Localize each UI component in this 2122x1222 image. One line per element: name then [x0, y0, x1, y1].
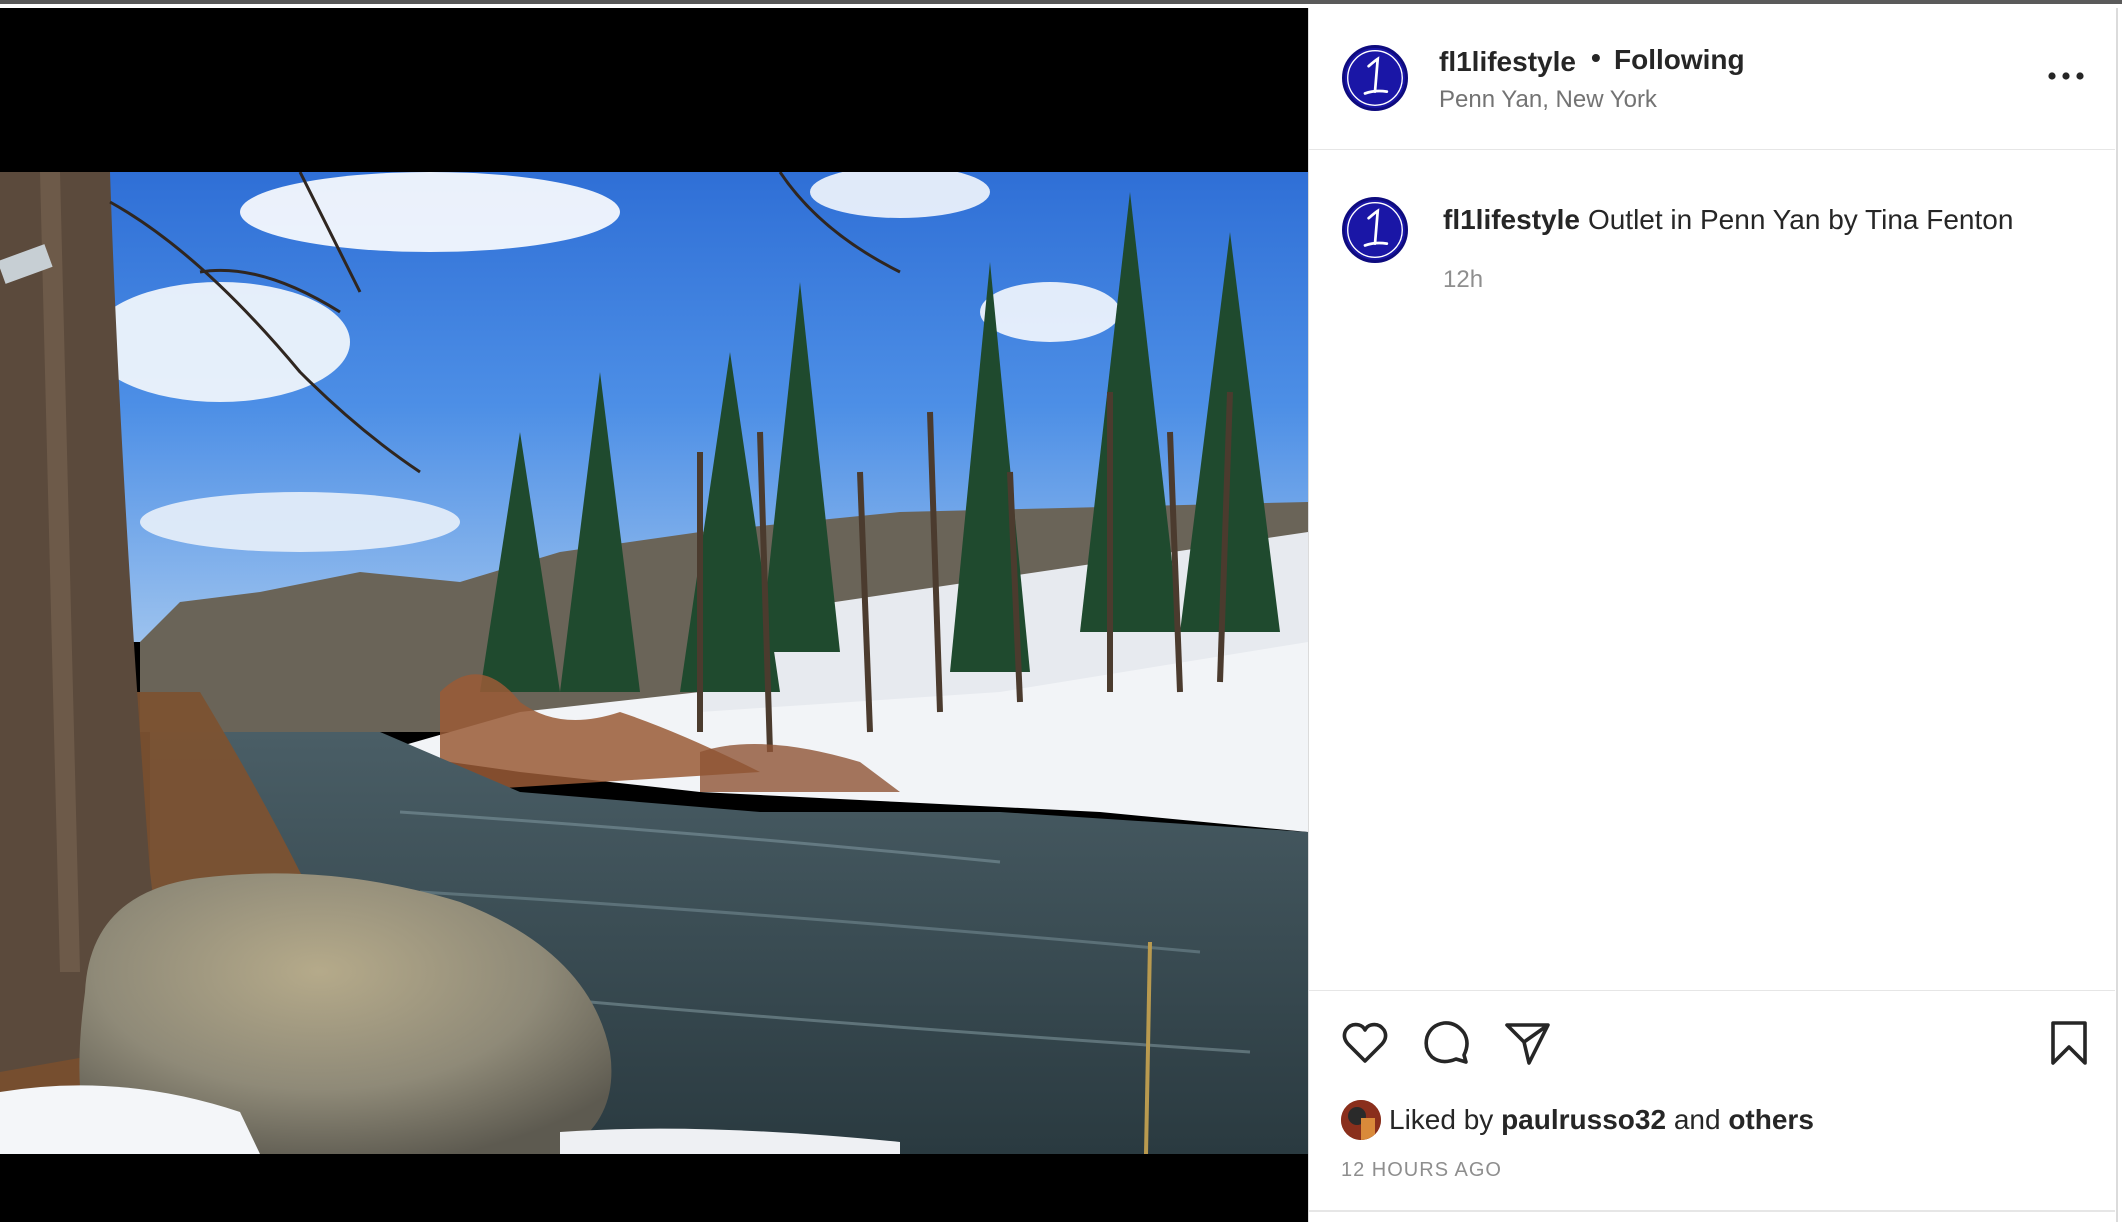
liker-avatar[interactable]: [1341, 1100, 1381, 1140]
avatar[interactable]: [1342, 45, 1408, 111]
caption: fl1lifestyle Outlet in Penn Yan by Tina F…: [1443, 202, 2083, 237]
bookmark-icon: [2051, 1021, 2087, 1065]
caption-body: Outlet in Penn Yan by Tina Fenton: [1587, 204, 2014, 235]
post-side-panel: fl1lifestyle • Following Penn Yan, New Y…: [1308, 8, 2118, 1222]
post-modal: fl1lifestyle • Following Penn Yan, New Y…: [0, 0, 2122, 1222]
header-username[interactable]: fl1lifestyle: [1439, 46, 1576, 78]
ellipsis-icon: [2048, 72, 2084, 80]
more-options-button[interactable]: [2041, 56, 2091, 96]
save-button[interactable]: [2043, 1017, 2095, 1069]
heart-icon: [1342, 1022, 1388, 1063]
following-button[interactable]: Following: [1614, 44, 1745, 76]
separator-dot: •: [1591, 42, 1601, 73]
likes-prefix: Liked by: [1389, 1104, 1494, 1135]
fl1-logo-icon: [1347, 50, 1403, 106]
fl1-logo-icon: [1347, 202, 1403, 258]
comment-button[interactable]: [1420, 1017, 1472, 1069]
post-timestamp[interactable]: 12 HOURS AGO: [1341, 1159, 1502, 1182]
paper-plane-icon: [1505, 1023, 1550, 1065]
profile-photo-icon: [1341, 1100, 1381, 1140]
location-link[interactable]: Penn Yan, New York: [1439, 86, 1657, 114]
likes-summary: Liked by paulrusso32 and others: [1341, 1099, 1814, 1141]
caption-avatar[interactable]: [1342, 197, 1408, 263]
caption-username[interactable]: fl1lifestyle: [1443, 204, 1580, 235]
like-button[interactable]: [1339, 1017, 1391, 1069]
comment-bubble-icon: [1424, 1021, 1469, 1064]
likes-others-link[interactable]: others: [1728, 1104, 1814, 1136]
post-photo[interactable]: [0, 172, 1308, 1154]
media-pane: [0, 8, 1308, 1222]
share-button[interactable]: [1501, 1017, 1553, 1069]
divider: [1309, 1210, 2115, 1212]
post-header: fl1lifestyle • Following Penn Yan, New Y…: [1309, 8, 2115, 150]
liker-username[interactable]: paulrusso32: [1501, 1104, 1666, 1136]
caption-time: 12h: [1443, 266, 1484, 293]
post-actions-footer: Liked by paulrusso32 and others 12 HOURS…: [1309, 990, 2115, 1210]
likes-conjunction: and: [1673, 1104, 1721, 1135]
